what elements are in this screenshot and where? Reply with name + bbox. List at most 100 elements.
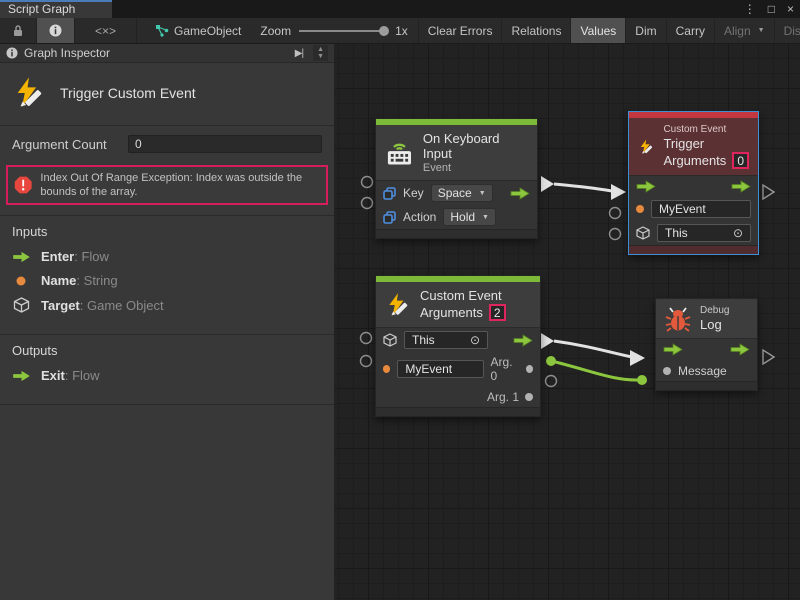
lock-button[interactable]: [0, 18, 37, 43]
zoom-label: Zoom: [260, 24, 291, 38]
pin-type: : Flow: [65, 368, 100, 383]
zoom-slider-handle[interactable]: [379, 26, 389, 36]
down-arrow-icon: ▼: [317, 53, 324, 60]
graph-inspector-panel: Graph Inspector ▶| ▲▼ Trigger Custom Eve…: [0, 44, 335, 600]
action-dropdown[interactable]: Hold ▼: [443, 208, 496, 226]
chevron-down-icon: ▼: [482, 214, 489, 221]
clear-errors-label: Clear Errors: [428, 24, 493, 38]
align-label: Align: [724, 24, 751, 38]
zoom-control: Zoom 1x: [250, 18, 418, 43]
distribute-label: Distribute: [784, 24, 800, 38]
pin-type: : Flow: [74, 249, 109, 264]
node-title: On Keyboard Input: [423, 131, 528, 161]
window-menu-icon[interactable]: ⋮: [744, 0, 756, 18]
enum-icon: [383, 187, 396, 200]
unit-title: Trigger Custom Event: [60, 85, 196, 101]
error-message-box: Index Out Of Range Exception: Index was …: [6, 165, 328, 205]
gameobject-label: GameObject: [174, 24, 241, 38]
carry-button[interactable]: Carry: [667, 18, 715, 43]
node-header[interactable]: On Keyboard Input Event: [376, 125, 537, 181]
node-title: Trigger: [663, 136, 749, 151]
event-name-field[interactable]: MyEvent: [397, 360, 483, 378]
gameobject-context-button[interactable]: GameObject: [137, 18, 250, 43]
object-picker-icon[interactable]: ⊙: [470, 333, 480, 347]
dim-button[interactable]: Dim: [626, 18, 666, 43]
unit-title-block: Trigger Custom Event: [0, 63, 334, 126]
event-name-value: MyEvent: [405, 362, 452, 376]
maximize-icon[interactable]: □: [768, 0, 775, 18]
argument-count-input[interactable]: [128, 135, 322, 153]
debug-flow-row: [656, 339, 757, 360]
event-name-value: MyEvent: [659, 202, 706, 216]
arg0-port[interactable]: [526, 365, 533, 373]
flow-exit-port[interactable]: [513, 334, 533, 347]
info-icon: [49, 24, 62, 37]
align-dropdown[interactable]: Align▼: [715, 18, 775, 43]
string-port-icon: [636, 205, 644, 213]
node-footer: [656, 381, 757, 390]
clear-errors-button[interactable]: Clear Errors: [419, 18, 503, 43]
keyboard-event-icon: [385, 139, 414, 167]
inspector-toggle-button[interactable]: [37, 18, 75, 43]
zoom-slider[interactable]: [299, 30, 387, 32]
close-icon[interactable]: ×: [787, 0, 794, 18]
arguments-count-field[interactable]: 2: [489, 304, 506, 321]
graph-toolbar: <×> GameObject Zoom 1x Clear Errors Rela…: [0, 18, 800, 44]
values-button[interactable]: Values: [571, 18, 626, 43]
arguments-target-row: This ⊙: [376, 328, 540, 352]
arguments-arg1-row: Arg. 1: [376, 386, 540, 407]
tab-script-graph[interactable]: Script Graph: [0, 0, 112, 18]
node-trigger-custom-event[interactable]: Custom Event Trigger Arguments 0 MyEvent…: [628, 111, 759, 255]
object-picker-icon[interactable]: ⊙: [733, 226, 743, 240]
node-header[interactable]: Custom Event Arguments 2: [376, 282, 540, 328]
values-label: Values: [580, 24, 616, 38]
dock-panel-icon[interactable]: ▶|: [291, 48, 307, 59]
flow-exit-port[interactable]: [730, 343, 750, 356]
flow-enter-port[interactable]: [636, 180, 656, 193]
node-debug-log[interactable]: Debug Log Message: [655, 298, 758, 391]
tab-title: Script Graph: [8, 2, 75, 16]
key-dropdown[interactable]: Space ▼: [431, 184, 493, 202]
panel-width-stepper[interactable]: ▲▼: [313, 45, 328, 61]
node-header[interactable]: Custom Event Trigger Arguments 0: [629, 118, 758, 176]
gameobject-cube-icon: [636, 226, 650, 240]
code-preview-button[interactable]: <×>: [75, 18, 137, 43]
pin-name: Enter: [41, 249, 74, 264]
distribute-dropdown[interactable]: Distribute▼: [775, 18, 800, 43]
argument-count-label: Argument Count: [12, 137, 128, 152]
message-port[interactable]: [663, 367, 671, 375]
target-field[interactable]: This ⊙: [404, 331, 488, 349]
enum-icon: [383, 211, 396, 224]
arguments-label: Arguments: [663, 153, 726, 168]
event-name-field[interactable]: MyEvent: [651, 200, 751, 218]
action-label: Action: [403, 210, 436, 224]
debug-message-row: Message: [656, 360, 757, 381]
graph-inspector-title: Graph Inspector: [24, 46, 110, 60]
node-custom-event-arguments[interactable]: Custom Event Arguments 2 This ⊙ MyEvent: [375, 275, 541, 417]
target-value: This: [412, 333, 435, 347]
argument-count-row: Argument Count: [0, 126, 334, 157]
error-message-text: Index Out Of Range Exception: Index was …: [40, 171, 318, 199]
carry-label: Carry: [676, 24, 705, 38]
zoom-value: 1x: [395, 24, 408, 38]
custom-event-icon: [638, 134, 654, 160]
trigger-name-row: MyEvent: [629, 197, 758, 221]
relations-button[interactable]: Relations: [502, 18, 571, 43]
node-footer: [376, 407, 540, 416]
node-category: Debug: [700, 305, 729, 316]
arguments-count-field[interactable]: 0: [732, 152, 749, 169]
node-on-keyboard-input[interactable]: On Keyboard Input Event Key Space ▼ Acti…: [375, 118, 538, 239]
custom-event-icon: [385, 292, 411, 318]
flow-exit-port[interactable]: [510, 187, 530, 200]
flow-exit-port[interactable]: [731, 180, 751, 193]
input-item-target: Target: Game Object: [12, 297, 322, 313]
up-arrow-icon: ▲: [317, 46, 324, 53]
flow-enter-port[interactable]: [663, 343, 683, 356]
chevron-down-icon: ▼: [479, 190, 486, 197]
target-field[interactable]: This ⊙: [657, 224, 751, 242]
pin-name: Target: [41, 298, 80, 313]
window-controls: ⋮ □ ×: [744, 0, 794, 18]
lock-icon: [12, 24, 24, 37]
node-header[interactable]: Debug Log: [656, 299, 757, 339]
arg1-port[interactable]: [525, 393, 533, 401]
